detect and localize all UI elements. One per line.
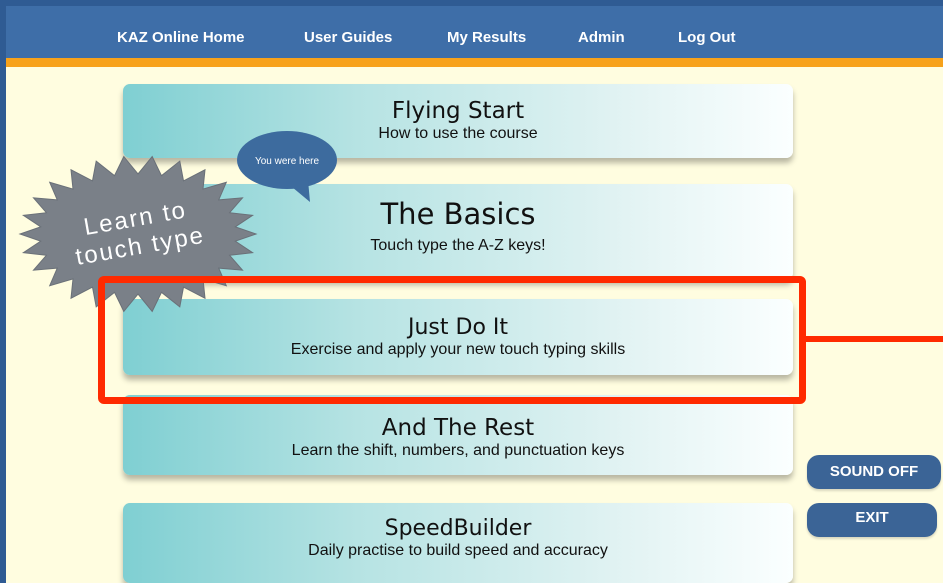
card-title: Flying Start xyxy=(391,98,525,124)
app-frame: KAZ Online Home User Guides My Results A… xyxy=(6,6,943,583)
nav-user-guides-link[interactable]: User Guides xyxy=(304,29,392,46)
top-nav-bar: KAZ Online Home User Guides My Results A… xyxy=(6,6,943,58)
card-speedbuilder[interactable]: SpeedBuilder Daily practise to build spe… xyxy=(123,503,793,583)
highlight-pointer-line xyxy=(806,336,943,342)
exit-button[interactable]: EXIT xyxy=(807,503,937,537)
sound-off-button[interactable]: SOUND OFF xyxy=(807,455,941,489)
nav-logout-link[interactable]: Log Out xyxy=(678,29,735,46)
card-subtitle: Daily practise to build speed and accura… xyxy=(308,542,608,559)
nav-admin-link[interactable]: Admin xyxy=(578,29,625,46)
card-title: SpeedBuilder xyxy=(384,516,532,541)
highlight-box xyxy=(98,276,806,404)
card-subtitle: Learn the shift, numbers, and punctuatio… xyxy=(291,442,625,459)
accent-bar xyxy=(6,58,943,67)
bubble-text: You were here xyxy=(255,156,320,167)
card-subtitle: How to use the course xyxy=(378,125,538,142)
nav-home-link[interactable]: KAZ Online Home xyxy=(117,29,245,46)
you-were-here-bubble: You were here xyxy=(237,131,337,202)
nav-my-results-link[interactable]: My Results xyxy=(447,29,526,46)
card-and-the-rest[interactable]: And The Rest Learn the shift, numbers, a… xyxy=(123,395,793,475)
card-flying-start[interactable]: Flying Start How to use the course xyxy=(123,84,793,158)
